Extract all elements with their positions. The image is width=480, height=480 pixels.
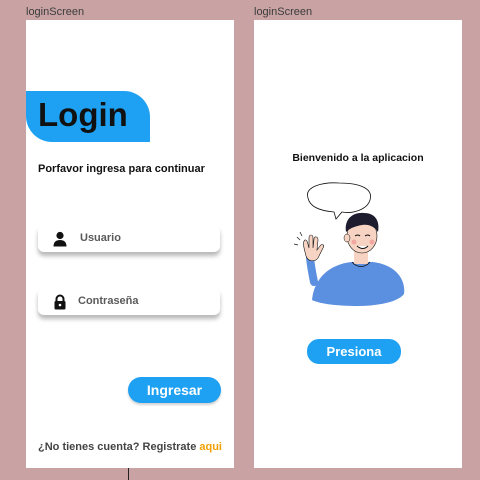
- ingresar-button[interactable]: Ingresar: [128, 377, 221, 403]
- waving-man-illustration: [294, 182, 405, 306]
- register-link[interactable]: aqui: [199, 441, 222, 453]
- canvas-connector-line: [128, 468, 129, 480]
- password-field[interactable]: [38, 288, 220, 315]
- login-subtitle: Porfavor ingresa para continuar: [38, 163, 205, 175]
- welcome-screen: Bienvenido a la aplicacion Presiona: [254, 20, 462, 468]
- login-title: Login: [38, 96, 128, 133]
- login-screen: Login Porfavor ingresa para continuar In…: [26, 20, 234, 468]
- frame-label-login: loginScreen: [26, 6, 85, 18]
- register-prompt: ¿No tienes cuenta? Registrate aqui: [38, 441, 222, 453]
- username-field[interactable]: [38, 225, 220, 252]
- lock-icon: [54, 294, 66, 310]
- frame-label-welcome: loginScreen: [254, 6, 313, 18]
- password-input[interactable]: [78, 292, 208, 310]
- username-input[interactable]: [80, 229, 210, 247]
- register-text: ¿No tienes cuenta? Registrate: [38, 441, 200, 453]
- user-icon: [53, 231, 67, 247]
- welcome-title: Bienvenido a la aplicacion: [292, 152, 424, 164]
- presiona-button[interactable]: Presiona: [307, 339, 401, 364]
